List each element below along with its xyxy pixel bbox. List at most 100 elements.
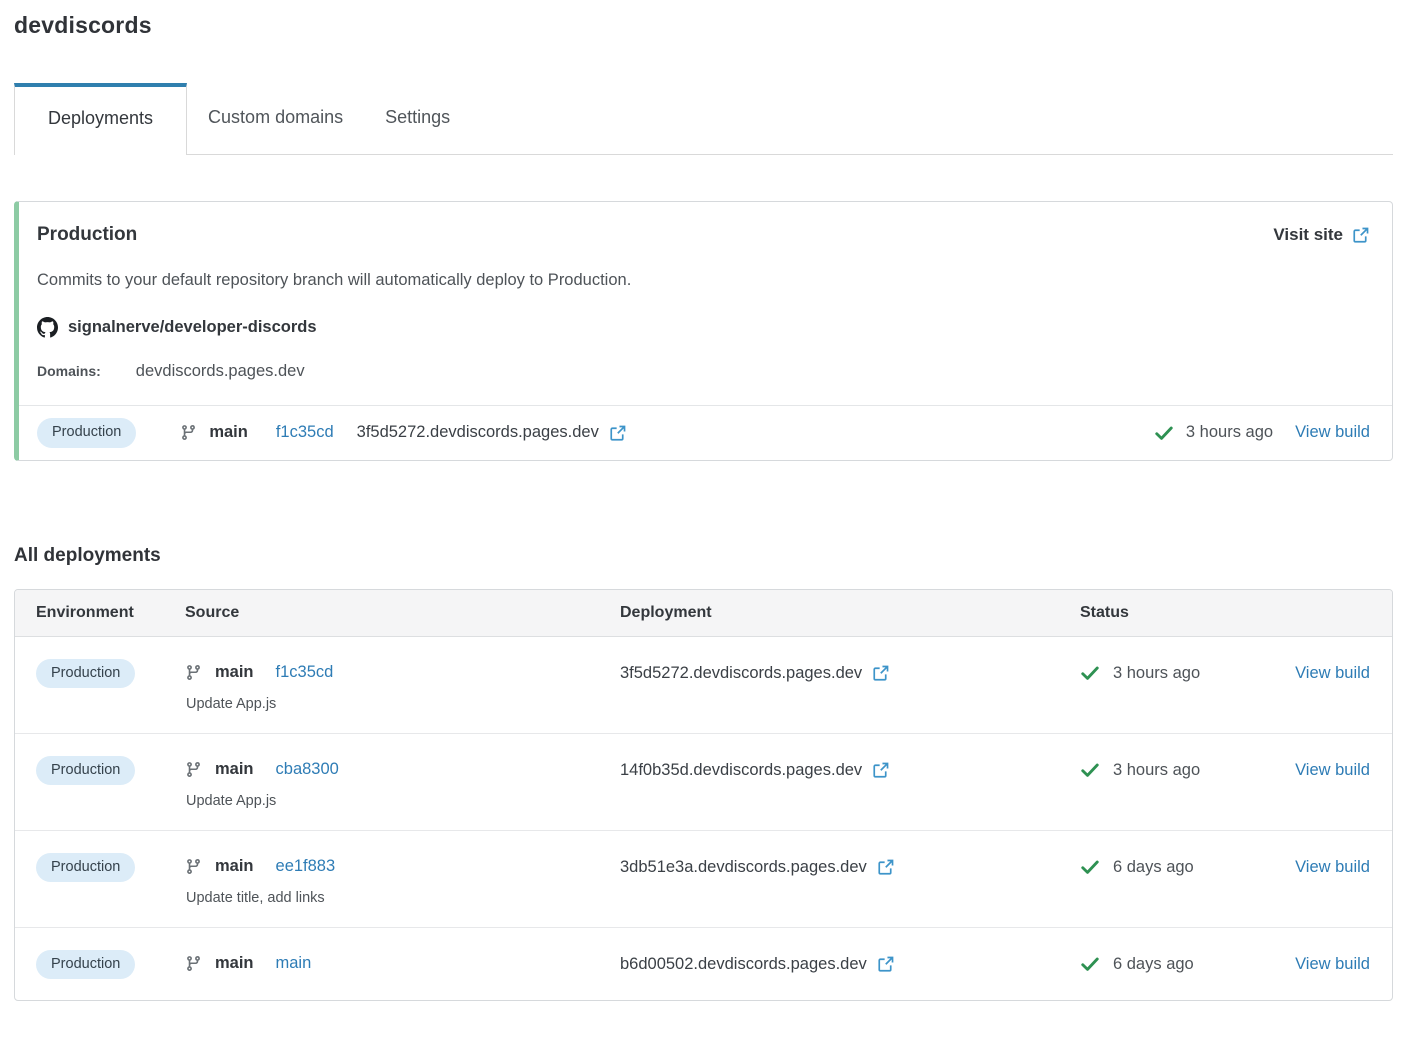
- commit-message: Update title, add links: [186, 889, 325, 906]
- git-branch-icon: [180, 424, 197, 441]
- branch-name: main: [215, 760, 254, 778]
- repo-link[interactable]: signalnerve/developer-discords: [68, 318, 317, 337]
- production-card-header: Production Visit site: [37, 224, 1370, 246]
- commit-link[interactable]: cba8300: [276, 760, 339, 779]
- commit-link[interactable]: main: [276, 954, 312, 973]
- deployment-cell: 14f0b35d.devdiscords.pages.dev: [620, 756, 1080, 785]
- environment-badge: Production: [36, 658, 136, 688]
- status-cell: 3 hours ago: [1080, 659, 1284, 687]
- view-build-link[interactable]: View build: [1295, 858, 1370, 876]
- external-link-icon: [872, 761, 890, 779]
- view-build-link[interactable]: View build: [1295, 761, 1370, 779]
- deployment-cell: 3db51e3a.devdiscords.pages.dev: [620, 853, 1080, 882]
- deployment-cell: 3f5d5272.devdiscords.pages.dev: [620, 659, 1080, 688]
- success-check-icon: [1154, 423, 1174, 443]
- environment-badge: Production: [36, 755, 136, 785]
- domains-row: Domains: devdiscords.pages.dev: [37, 362, 1370, 381]
- branch-name: main: [209, 423, 248, 442]
- table-header-row: Environment Source Deployment Status: [15, 589, 1392, 637]
- status-time: 3 hours ago: [1113, 760, 1201, 779]
- environment-cell: Production: [36, 949, 171, 979]
- git-branch-icon: [185, 761, 202, 778]
- tab-bar: Deployments Custom domains Settings: [14, 83, 1393, 155]
- production-card-title: Production: [37, 224, 138, 245]
- deployment-url-link[interactable]: b6d00502.devdiscords.pages.dev: [620, 950, 895, 978]
- external-link-icon: [877, 858, 895, 876]
- actions-cell: View build: [1284, 950, 1370, 979]
- environment-badge: Production: [36, 949, 136, 979]
- view-build-link[interactable]: View build: [1295, 955, 1370, 973]
- commit-link[interactable]: f1c35cd: [276, 423, 334, 442]
- deployment-url-link[interactable]: 3f5d5272.devdiscords.pages.dev: [357, 423, 627, 442]
- deployment-url-link[interactable]: 14f0b35d.devdiscords.pages.dev: [620, 756, 890, 784]
- deployment-cell: b6d00502.devdiscords.pages.dev: [620, 950, 1080, 979]
- environment-badge: Production: [36, 852, 136, 882]
- git-branch-icon: [185, 664, 202, 681]
- all-deployments-heading: All deployments: [14, 544, 161, 566]
- page: devdiscords Deployments Custom domains S…: [0, 0, 1413, 1017]
- actions-cell: View build: [1284, 853, 1370, 882]
- environment-cell: Production: [36, 852, 171, 882]
- source-cell: main f1c35cd Update App.js: [171, 659, 620, 712]
- source-cell: main main: [171, 950, 620, 978]
- source-cell: main cba8300 Update App.js: [171, 756, 620, 809]
- status-cell: 3 hours ago: [1080, 756, 1284, 784]
- tab-settings[interactable]: Settings: [364, 83, 471, 154]
- github-icon: [37, 317, 58, 338]
- deployment-url-link[interactable]: 3db51e3a.devdiscords.pages.dev: [620, 853, 895, 881]
- column-header-source: Source: [185, 603, 240, 621]
- success-check-icon: [1080, 760, 1100, 780]
- status-cell: 6 days ago: [1080, 853, 1284, 881]
- view-build-link[interactable]: View build: [1295, 664, 1370, 682]
- success-check-icon: [1080, 857, 1100, 877]
- domains-value: devdiscords.pages.dev: [135, 362, 305, 380]
- column-header-environment: Environment: [36, 603, 134, 621]
- environment-cell: Production: [36, 755, 171, 785]
- production-deployment-status: 3 hours ago View build: [1154, 423, 1370, 443]
- deployment-url: 3f5d5272.devdiscords.pages.dev: [620, 663, 863, 682]
- domains-label: Domains:: [37, 363, 101, 379]
- page-title: devdiscords: [14, 12, 152, 38]
- source-line: main main: [185, 950, 620, 978]
- column-header-status: Status: [1080, 603, 1129, 621]
- view-build-link[interactable]: View build: [1295, 423, 1370, 442]
- commit-message: Update App.js: [186, 695, 277, 712]
- visit-site-label: Visit site: [1273, 225, 1343, 244]
- commit-link[interactable]: ee1f883: [276, 857, 336, 876]
- source-line: main ee1f883: [185, 853, 620, 881]
- deployments-table: Environment Source Deployment Status Pro…: [14, 588, 1393, 1001]
- environment-badge: Production: [37, 418, 137, 448]
- production-deployment-row: Production main f1c35cd 3f5d5272.devdisc…: [19, 405, 1392, 460]
- column-header-deployment: Deployment: [620, 603, 712, 621]
- deployment-url: 3db51e3a.devdiscords.pages.dev: [620, 857, 867, 876]
- deployment-url: 14f0b35d.devdiscords.pages.dev: [620, 760, 863, 779]
- tab-custom-domains[interactable]: Custom domains: [187, 83, 364, 154]
- visit-site-link[interactable]: Visit site: [1273, 225, 1370, 245]
- source-line: main f1c35cd: [185, 659, 620, 687]
- production-description: Commits to your default repository branc…: [37, 271, 632, 289]
- external-link-icon: [877, 955, 895, 973]
- tab-deployments[interactable]: Deployments: [14, 83, 188, 155]
- production-deployment-source: Production main f1c35cd 3f5d5272.devdisc…: [37, 418, 1154, 448]
- environment-cell: Production: [36, 658, 171, 688]
- deployment-url-link[interactable]: 3f5d5272.devdiscords.pages.dev: [620, 659, 890, 687]
- git-branch-icon: [185, 955, 202, 972]
- external-link-icon: [609, 424, 627, 442]
- commit-message: Update App.js: [186, 792, 277, 809]
- source-line: main cba8300: [185, 756, 620, 784]
- actions-cell: View build: [1284, 659, 1370, 688]
- external-link-icon: [872, 664, 890, 682]
- repo-row: signalnerve/developer-discords: [37, 317, 1370, 338]
- success-check-icon: [1080, 663, 1100, 683]
- status-time: 3 hours ago: [1185, 423, 1274, 442]
- source-cell: main ee1f883 Update title, add links: [171, 853, 620, 906]
- table-row: Production main main b6d00502.devdiscord…: [15, 928, 1392, 1001]
- status-time: 3 hours ago: [1113, 663, 1201, 682]
- table-row: Production main ee1f883 Update title, ad…: [15, 831, 1392, 928]
- production-card: Production Visit site Commits to your de…: [14, 201, 1393, 461]
- status-time: 6 days ago: [1113, 954, 1194, 973]
- status-cell: 6 days ago: [1080, 950, 1284, 978]
- external-link-icon: [1352, 226, 1370, 244]
- deployment-url: 3f5d5272.devdiscords.pages.dev: [356, 423, 599, 442]
- commit-link[interactable]: f1c35cd: [276, 663, 334, 682]
